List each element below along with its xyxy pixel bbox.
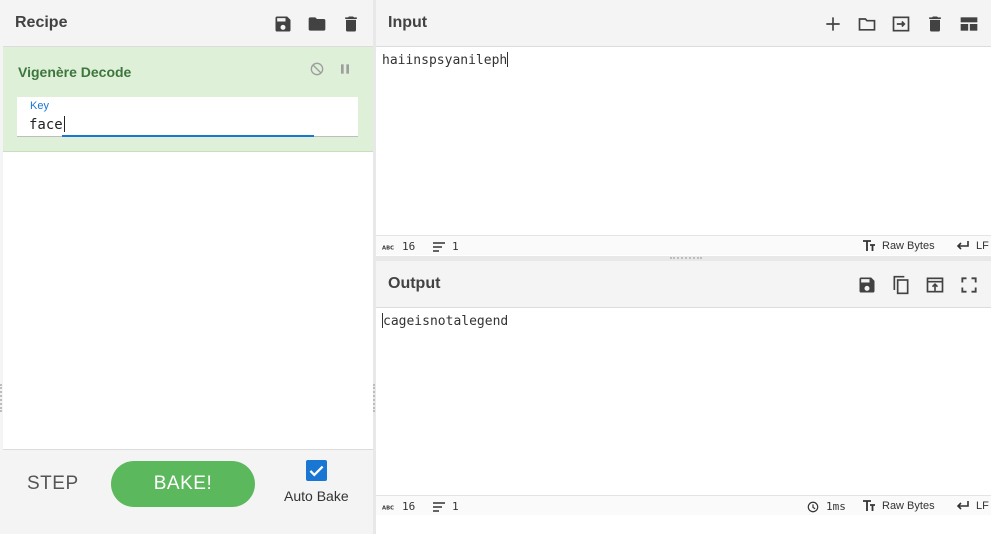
fullscreen-icon[interactable]: [959, 275, 979, 295]
input-lines-value: 1: [452, 240, 459, 253]
output-header: Output: [376, 261, 991, 308]
output-length: ABC 16: [382, 500, 415, 513]
input-encoding[interactable]: Raw Bytes: [862, 240, 935, 252]
key-value: face: [29, 117, 63, 133]
svg-text:ABC: ABC: [382, 245, 394, 251]
resize-grip-left[interactable]: [0, 384, 2, 412]
input-eol[interactable]: LF: [956, 240, 989, 252]
output-encoding-value: Raw Bytes: [882, 500, 935, 512]
io-resize-grip[interactable]: [670, 257, 702, 259]
replace-input-icon[interactable]: [925, 275, 945, 295]
input-lines: 1: [432, 240, 459, 253]
output-status-bar: ABC 16 1 1ms Raw Bytes LF: [376, 495, 991, 515]
input-eol-value: LF: [976, 240, 989, 252]
svg-text:ABC: ABC: [382, 505, 394, 511]
text-caret: [63, 116, 65, 132]
return-icon: [956, 501, 969, 510]
recipe-footer: [3, 517, 373, 534]
abc-icon: ABC: [382, 505, 394, 511]
output-eol-value: LF: [976, 500, 989, 512]
output-lines: 1: [432, 500, 459, 513]
operation-vigenere-decode[interactable]: Vigenère Decode Key face: [3, 47, 373, 152]
input-encoding-value: Raw Bytes: [882, 240, 935, 252]
layout-icon[interactable]: [959, 14, 979, 34]
text-caret: [507, 52, 509, 67]
key-field[interactable]: Key face: [17, 97, 358, 137]
output-title: Output: [388, 275, 441, 292]
text-format-icon: [863, 240, 875, 251]
input-title: Input: [388, 14, 428, 31]
output-eol[interactable]: LF: [956, 500, 989, 512]
folder-icon[interactable]: [857, 14, 877, 34]
output-lines-value: 1: [452, 500, 459, 513]
import-icon[interactable]: [891, 14, 911, 34]
bake-button[interactable]: BAKE!: [111, 461, 255, 507]
recipe-header: Recipe: [3, 0, 373, 47]
pause-icon[interactable]: [337, 61, 353, 77]
output-length-value: 16: [402, 500, 416, 513]
bake-time-value: 1ms: [826, 500, 846, 513]
operation-controls: [309, 61, 353, 77]
trash-icon[interactable]: [341, 14, 361, 34]
bake-time: 1ms: [806, 500, 846, 513]
operation-title: Vigenère Decode: [18, 64, 132, 80]
output-toolbar: [857, 261, 979, 308]
text-format-icon: [863, 500, 875, 511]
checkmark-icon: [309, 465, 324, 477]
output-encoding[interactable]: Raw Bytes: [862, 500, 935, 512]
input-length: ABC 16: [382, 240, 415, 253]
copy-icon[interactable]: [891, 275, 911, 295]
input-text: haiinspsyanileph: [382, 53, 508, 68]
input-textarea[interactable]: haiinspsyanileph: [382, 52, 509, 68]
autobake-label: Auto Bake: [284, 488, 349, 504]
input-status-bar: ABC 16 1 Raw Bytes LF: [376, 235, 991, 255]
return-icon: [956, 241, 969, 250]
recipe-title: Recipe: [15, 14, 68, 31]
input-length-value: 16: [402, 240, 416, 253]
bake-controls: STEP BAKE! Auto Bake: [3, 449, 373, 517]
key-input[interactable]: face: [29, 116, 65, 133]
output-panel: Output cageisnotalegend ABC 16 1 1ms Raw…: [376, 261, 991, 534]
lines-icon: [433, 501, 445, 512]
resize-grip[interactable]: [373, 384, 375, 412]
step-button[interactable]: STEP: [27, 473, 79, 495]
trash-icon[interactable]: [925, 14, 945, 34]
lines-icon: [433, 241, 445, 252]
output-textarea[interactable]: cageisnotalegend: [382, 313, 508, 329]
abc-icon: ABC: [382, 245, 394, 251]
recipe-panel: Recipe Vigenère Decode Key face STEP BAK…: [3, 0, 373, 534]
save-icon[interactable]: [857, 275, 877, 295]
key-label: Key: [30, 100, 49, 112]
recipe-toolbar: [273, 0, 361, 47]
cyberchef-app: Recipe Vigenère Decode Key face STEP BAK…: [0, 0, 991, 534]
key-focus-underline: [62, 135, 314, 137]
autobake-checkbox[interactable]: [306, 460, 327, 481]
output-text: cageisnotalegend: [383, 314, 509, 329]
disable-icon[interactable]: [309, 61, 325, 77]
plus-icon[interactable]: [823, 14, 843, 34]
save-icon[interactable]: [273, 14, 293, 34]
input-header: Input: [376, 0, 991, 47]
clock-icon: [807, 501, 819, 512]
input-panel: Input haiinspsyanileph ABC 16 1 Raw Byte…: [376, 0, 991, 256]
input-toolbar: [823, 0, 979, 47]
folder-icon[interactable]: [307, 14, 327, 34]
